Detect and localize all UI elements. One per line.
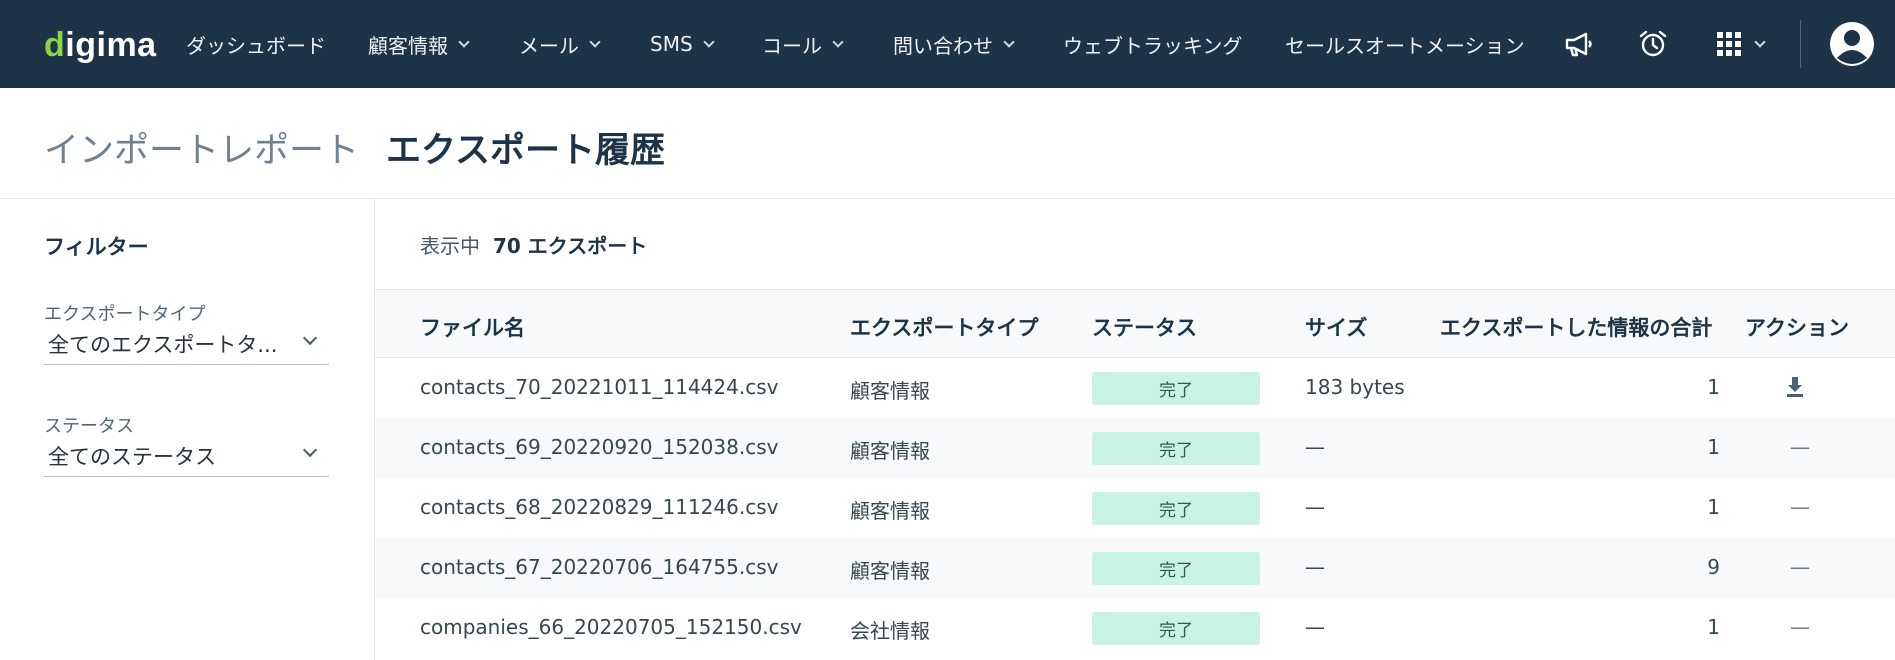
export-type-select[interactable]: 全てのエクスポートタ... bbox=[44, 323, 329, 365]
row-action: — bbox=[1790, 555, 1810, 579]
status-badge: 完了 bbox=[1092, 492, 1260, 525]
nav-item-label: ウェブトラッキング bbox=[1063, 33, 1243, 58]
row-total: 1 bbox=[1707, 435, 1720, 459]
nav-item-label: コール bbox=[762, 33, 822, 58]
chevron-down-icon bbox=[1003, 35, 1015, 48]
row-filename: contacts_68_20220829_111246.csv bbox=[420, 495, 779, 519]
table-row: contacts_70_20221011_114424.csv 顧客情報 完了 … bbox=[375, 358, 1895, 418]
chevron-down-icon bbox=[302, 442, 318, 458]
table-row: contacts_67_20220706_164755.csv 顧客情報 完了 … bbox=[375, 538, 1895, 598]
top-navigation-bar: digima ダッシュボード 顧客情報 メール SMS コール 問い合わせ ウェ… bbox=[0, 0, 1895, 88]
row-filename: contacts_69_20220920_152038.csv bbox=[420, 435, 779, 459]
nav-item-mail[interactable]: メール bbox=[519, 0, 601, 88]
row-export-type: 顧客情報 bbox=[850, 379, 930, 403]
nav-divider bbox=[1800, 20, 1801, 68]
status-select-value: 全てのステータス bbox=[48, 445, 216, 469]
column-header-action: アクション bbox=[1745, 316, 1849, 340]
status-badge: 完了 bbox=[1092, 432, 1260, 465]
nav-item-inquiries[interactable]: 問い合わせ bbox=[893, 0, 1015, 88]
row-action: — bbox=[1790, 435, 1810, 459]
row-export-type: 顧客情報 bbox=[850, 499, 930, 523]
table-row: contacts_69_20220920_152038.csv 顧客情報 完了 … bbox=[375, 418, 1895, 478]
nav-item-sms[interactable]: SMS bbox=[650, 0, 715, 88]
nav-item-customers[interactable]: 顧客情報 bbox=[368, 0, 470, 88]
row-export-type: 顧客情報 bbox=[850, 439, 930, 463]
row-filename: contacts_67_20220706_164755.csv bbox=[420, 555, 779, 579]
chevron-down-icon bbox=[302, 330, 318, 346]
page-header: インポートレポート エクスポート履歴 bbox=[0, 88, 1895, 199]
results-summary: 表示中 70 エクスポート bbox=[375, 199, 1895, 290]
status-badge: 完了 bbox=[1092, 552, 1260, 585]
chevron-down-icon bbox=[832, 35, 844, 48]
results-summary-prefix: 表示中 bbox=[420, 234, 480, 258]
row-total: 9 bbox=[1707, 555, 1720, 579]
column-header-export-type[interactable]: エクスポートタイプ bbox=[850, 312, 1038, 342]
digima-logo[interactable]: digima bbox=[44, 26, 157, 65]
column-header-status[interactable]: ステータス bbox=[1092, 312, 1197, 342]
nav-item-web-tracking[interactable]: ウェブトラッキング bbox=[1063, 0, 1242, 88]
row-export-type: 会社情報 bbox=[850, 619, 930, 643]
row-size: — bbox=[1305, 495, 1325, 519]
export-type-select-value: 全てのエクスポートタ... bbox=[48, 333, 278, 357]
status-badge: 完了 bbox=[1092, 612, 1260, 645]
status-select[interactable]: 全てのステータス bbox=[44, 435, 329, 477]
export-history-panel: 表示中 70 エクスポート ファイル名 エクスポートタイプ ステータス サイズ … bbox=[375, 199, 1895, 660]
tab-import-report[interactable]: インポートレポート bbox=[44, 122, 359, 173]
column-header-filename[interactable]: ファイル名 bbox=[420, 312, 525, 342]
nav-item-label: ダッシュボード bbox=[186, 33, 326, 58]
row-size: — bbox=[1305, 555, 1325, 579]
row-export-type: 顧客情報 bbox=[850, 559, 930, 583]
table-row: companies_66_20220705_152150.csv 会社情報 完了… bbox=[375, 598, 1895, 658]
results-count: 70 エクスポート bbox=[493, 234, 648, 258]
chevron-down-icon bbox=[458, 35, 470, 48]
nav-item-call[interactable]: コール bbox=[762, 0, 844, 88]
nav-item-label: SMS bbox=[650, 32, 693, 56]
filter-title: フィルター bbox=[44, 235, 149, 259]
chevron-down-icon bbox=[589, 35, 601, 48]
nav-item-label: メール bbox=[519, 33, 579, 58]
nav-item-dashboard[interactable]: ダッシュボード bbox=[186, 0, 326, 88]
row-total: 1 bbox=[1707, 375, 1720, 399]
chevron-down-icon bbox=[1754, 35, 1766, 48]
alarm-clock-icon[interactable] bbox=[1636, 0, 1670, 88]
row-total: 1 bbox=[1707, 495, 1720, 519]
row-action: — bbox=[1790, 495, 1810, 519]
megaphone-icon[interactable] bbox=[1562, 0, 1596, 88]
row-total: 1 bbox=[1707, 615, 1720, 639]
row-action: — bbox=[1790, 615, 1810, 639]
row-filename: companies_66_20220705_152150.csv bbox=[420, 615, 802, 639]
nav-item-label: セールスオートメーション bbox=[1285, 33, 1525, 58]
status-badge: 完了 bbox=[1092, 372, 1260, 405]
download-icon[interactable] bbox=[1785, 376, 1805, 402]
nav-item-label: 問い合わせ bbox=[893, 33, 993, 58]
nav-item-sales-automation[interactable]: セールスオートメーション bbox=[1285, 0, 1525, 88]
table-row: contacts_68_20220829_111246.csv 顧客情報 完了 … bbox=[375, 478, 1895, 538]
apps-grid-icon[interactable] bbox=[1716, 0, 1776, 88]
row-size: — bbox=[1305, 615, 1325, 639]
column-header-size[interactable]: サイズ bbox=[1305, 312, 1367, 342]
table-header: ファイル名 エクスポートタイプ ステータス サイズ エクスポートした情報の合計 … bbox=[375, 290, 1895, 358]
nav-item-label: 顧客情報 bbox=[368, 33, 448, 58]
chevron-down-icon bbox=[702, 35, 715, 48]
column-header-total-exported[interactable]: エクスポートした情報の合計 bbox=[1440, 312, 1712, 342]
row-size: — bbox=[1305, 435, 1325, 459]
filter-sidebar: フィルター エクスポートタイプ 全てのエクスポートタ... ステータス 全てのス… bbox=[0, 199, 375, 660]
tab-export-history[interactable]: エクスポート履歴 bbox=[386, 122, 665, 173]
user-avatar-icon[interactable] bbox=[1822, 0, 1882, 88]
row-filename: contacts_70_20221011_114424.csv bbox=[420, 375, 779, 399]
